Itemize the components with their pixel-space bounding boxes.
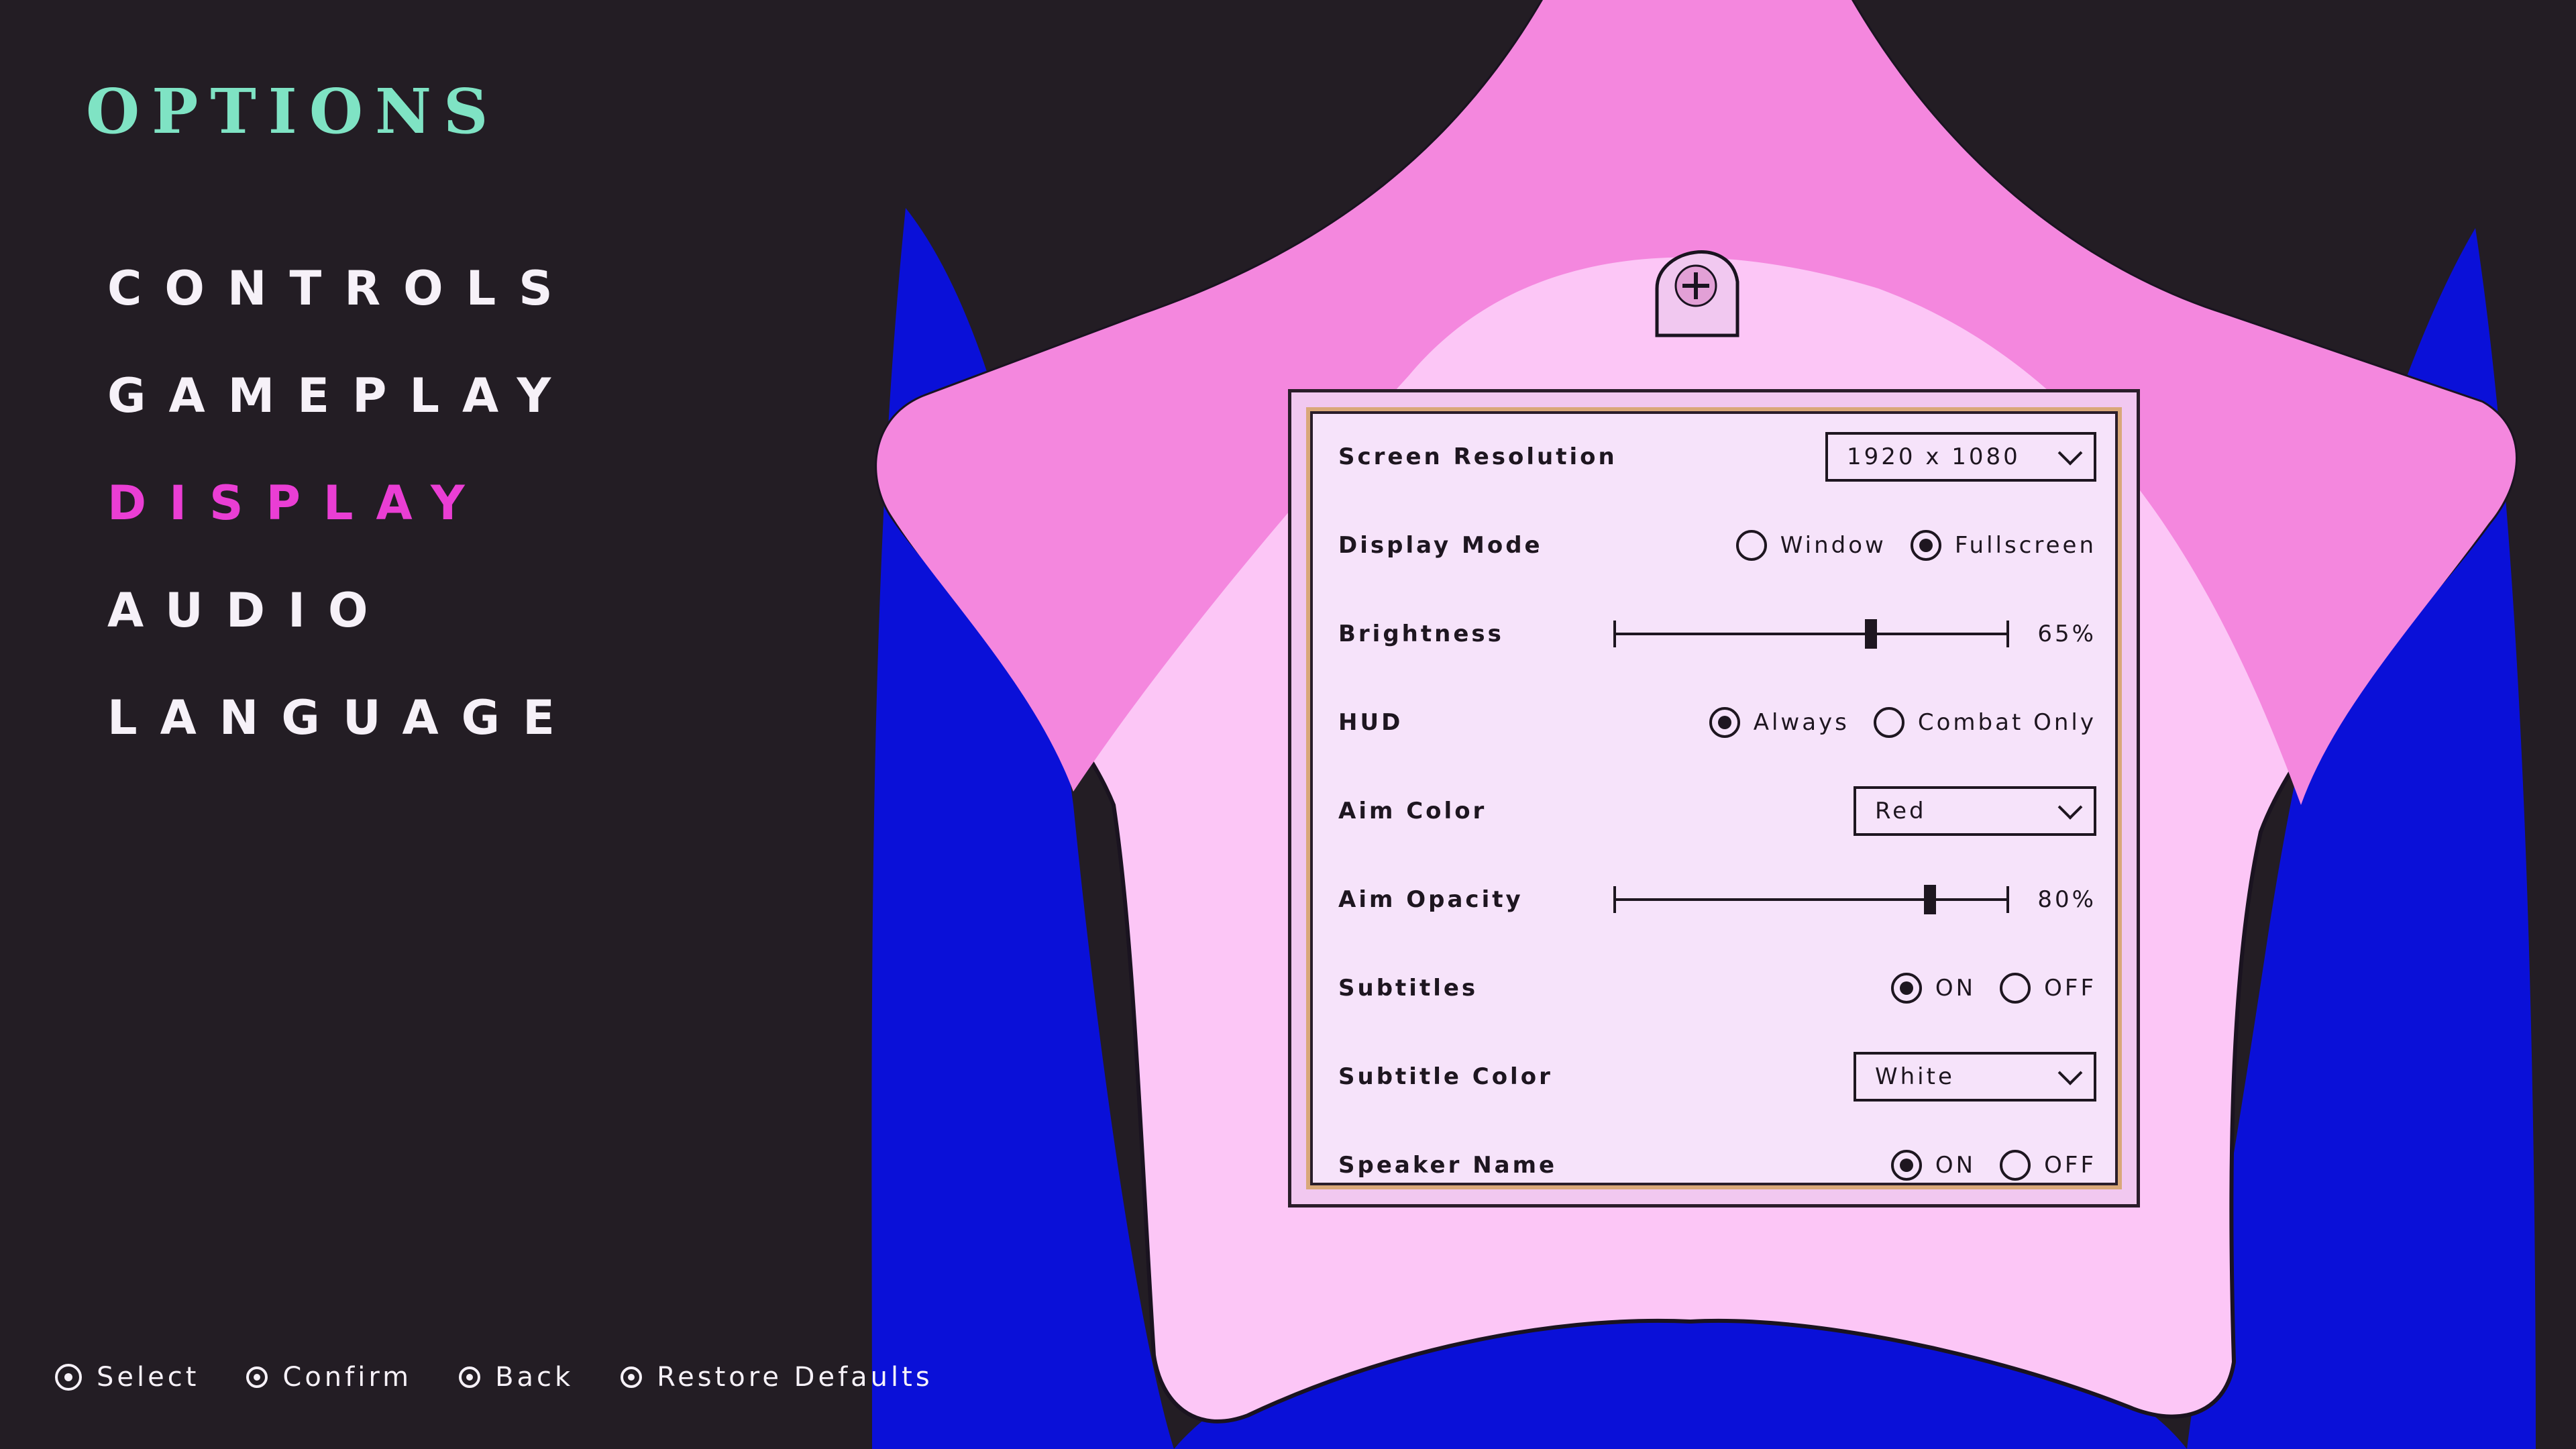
radio-button-checked[interactable] — [1890, 973, 1922, 1004]
menu-item-gameplay[interactable]: GAMEPLAY — [107, 342, 578, 449]
speaker-name-on[interactable]: ON — [1890, 1150, 1976, 1181]
chevron-down-icon — [2057, 440, 2083, 466]
radio-label: Fullscreen — [1954, 532, 2096, 559]
slider-value: 80% — [2037, 886, 2096, 913]
menu-item-controls[interactable]: CONTROLS — [107, 235, 578, 342]
option-label: HUD — [1338, 709, 1403, 736]
radio-label: ON — [1935, 975, 1976, 1002]
radio-button[interactable] — [2000, 973, 2031, 1004]
square-button-icon — [621, 1366, 643, 1388]
hint-restore-defaults[interactable]: Restore Defaults — [621, 1362, 932, 1393]
option-row-screen-resolution: Screen Resolution 1920 x 1080 — [1338, 413, 2096, 501]
dropdown-value: 1920 x 1080 — [1847, 443, 2021, 470]
hint-confirm: Confirm — [246, 1362, 412, 1393]
chevron-down-icon — [2057, 794, 2083, 820]
display-mode-fullscreen[interactable]: Fullscreen — [1910, 530, 2096, 561]
radio-button-checked[interactable] — [1709, 707, 1740, 738]
slider-track[interactable] — [1613, 619, 2009, 649]
radio-label: Window — [1780, 532, 1886, 559]
option-label: Speaker Name — [1338, 1152, 1558, 1179]
option-label: Subtitles — [1338, 975, 1479, 1002]
option-label: Aim Color — [1338, 798, 1487, 824]
slider-track[interactable] — [1613, 885, 2009, 914]
aim-color-dropdown[interactable]: Red — [1854, 786, 2096, 836]
subtitles-off[interactable]: OFF — [2000, 973, 2096, 1004]
menu-item-language[interactable]: LANGUAGE — [107, 664, 578, 771]
hud-combat-only[interactable]: Combat Only — [1873, 707, 2096, 738]
hint-back: Back — [459, 1362, 574, 1393]
radio-button-checked[interactable] — [1910, 530, 1941, 561]
radio-button[interactable] — [1735, 530, 1767, 561]
page-title: OPTIONS — [86, 75, 500, 148]
slider-thumb[interactable] — [1924, 885, 1936, 914]
option-label: Display Mode — [1338, 532, 1543, 559]
radio-label: OFF — [2044, 975, 2096, 1002]
option-label: Brightness — [1338, 621, 1504, 647]
subtitles-radio-group: ON OFF — [1867, 973, 2096, 1004]
aim-opacity-slider[interactable]: 80% — [1613, 885, 2096, 914]
radio-label: OFF — [2044, 1152, 2096, 1179]
speaker-name-off[interactable]: OFF — [2000, 1150, 2096, 1181]
radio-button[interactable] — [1873, 707, 1904, 738]
screen-resolution-dropdown[interactable]: 1920 x 1080 — [1825, 432, 2096, 482]
cross-button-icon — [459, 1366, 481, 1388]
radio-label: Combat Only — [1917, 709, 2096, 736]
chevron-down-icon — [2057, 1060, 2083, 1085]
left-stick-icon — [55, 1364, 82, 1391]
brightness-slider[interactable]: 65% — [1613, 619, 2096, 649]
hint-label: Back — [495, 1362, 574, 1393]
subtitle-color-dropdown[interactable]: White — [1854, 1052, 2096, 1102]
option-row-brightness: Brightness 65% — [1338, 590, 2096, 678]
option-label: Aim Opacity — [1338, 886, 1523, 913]
option-row-subtitles: Subtitles ON OFF — [1338, 944, 2096, 1032]
display-mode-radio-group: Window Fullscreen — [1712, 530, 2096, 561]
display-mode-window[interactable]: Window — [1735, 530, 1886, 561]
circle-button-icon — [246, 1366, 268, 1388]
option-row-aim-opacity: Aim Opacity 80% — [1338, 855, 2096, 944]
hud-always[interactable]: Always — [1709, 707, 1849, 738]
dropdown-value: Red — [1875, 798, 1927, 824]
dropdown-value: White — [1875, 1063, 1955, 1090]
radio-button[interactable] — [2000, 1150, 2031, 1181]
hint-label: Restore Defaults — [657, 1362, 933, 1393]
speaker-name-radio-group: ON OFF — [1867, 1150, 2096, 1181]
slider-thumb[interactable] — [1864, 619, 1877, 649]
radio-label: ON — [1935, 1152, 1976, 1179]
menu-item-display[interactable]: DISPLAY — [107, 449, 578, 557]
hint-label: Select — [97, 1362, 200, 1393]
hud-radio-group: Always Combat Only — [1685, 707, 2096, 738]
hint-label: Confirm — [282, 1362, 413, 1393]
option-row-aim-color: Aim Color Red — [1338, 767, 2096, 855]
options-menu: CONTROLS GAMEPLAY DISPLAY AUDIO LANGUAGE — [107, 235, 578, 771]
radio-label: Always — [1753, 709, 1849, 736]
option-row-display-mode: Display Mode Window Fullscreen — [1338, 501, 2096, 590]
option-label: Subtitle Color — [1338, 1063, 1553, 1090]
hint-select: Select — [55, 1362, 199, 1393]
display-options-panel: Screen Resolution 1920 x 1080 Display Mo… — [1288, 389, 2140, 1208]
button-hints: Select Confirm Back Restore Defaults — [55, 1362, 980, 1393]
slider-value: 65% — [2037, 621, 2096, 647]
menu-item-audio[interactable]: AUDIO — [107, 557, 578, 664]
subtitles-on[interactable]: ON — [1890, 973, 1976, 1004]
option-row-speaker-name: Speaker Name ON OFF — [1338, 1121, 2096, 1210]
option-row-subtitle-color: Subtitle Color White — [1338, 1032, 2096, 1121]
option-label: Screen Resolution — [1338, 443, 1617, 470]
radio-button-checked[interactable] — [1890, 1150, 1922, 1181]
option-row-hud: HUD Always Combat Only — [1338, 678, 2096, 767]
